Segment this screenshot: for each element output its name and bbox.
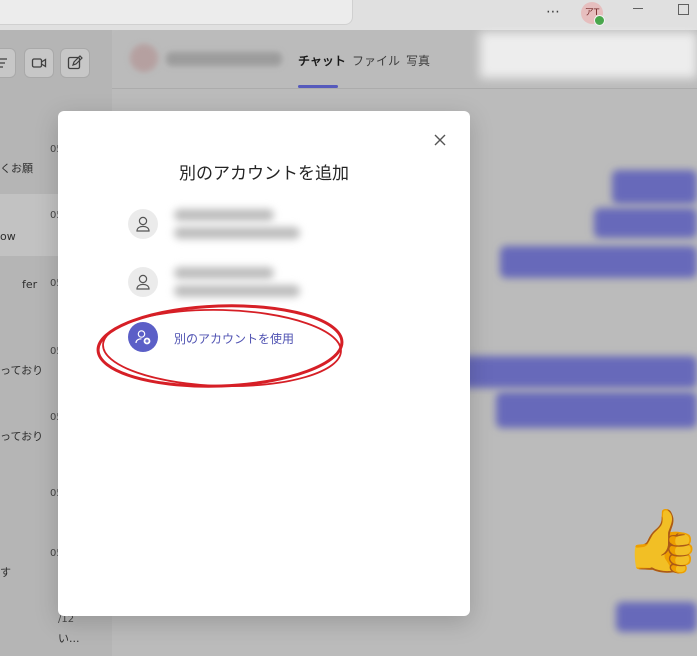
teams-app: ⋯ アT 05 くお願 05 ow 05 fer 05 っており 05 っており… <box>0 0 697 656</box>
account-email-redacted <box>174 227 300 239</box>
account-item[interactable] <box>128 267 408 303</box>
add-person-icon <box>135 330 151 345</box>
dialog-title: 別のアカウントを追加 <box>179 164 349 184</box>
account-name-redacted <box>174 209 274 221</box>
account-email-redacted <box>174 285 300 297</box>
use-another-account-button[interactable]: 別のアカウントを使用 <box>128 322 408 354</box>
person-icon <box>136 274 150 290</box>
account-name-redacted <box>174 267 274 279</box>
add-person-avatar <box>128 322 158 352</box>
person-icon <box>136 216 150 232</box>
account-item[interactable] <box>128 209 408 245</box>
close-button[interactable] <box>431 131 449 149</box>
close-icon <box>434 134 446 146</box>
use-another-account-label: 別のアカウントを使用 <box>174 332 295 346</box>
add-account-dialog: 別のアカウントを追加 別のアカウントを使用 <box>58 111 470 616</box>
account-avatar <box>128 267 158 297</box>
account-avatar <box>128 209 158 239</box>
